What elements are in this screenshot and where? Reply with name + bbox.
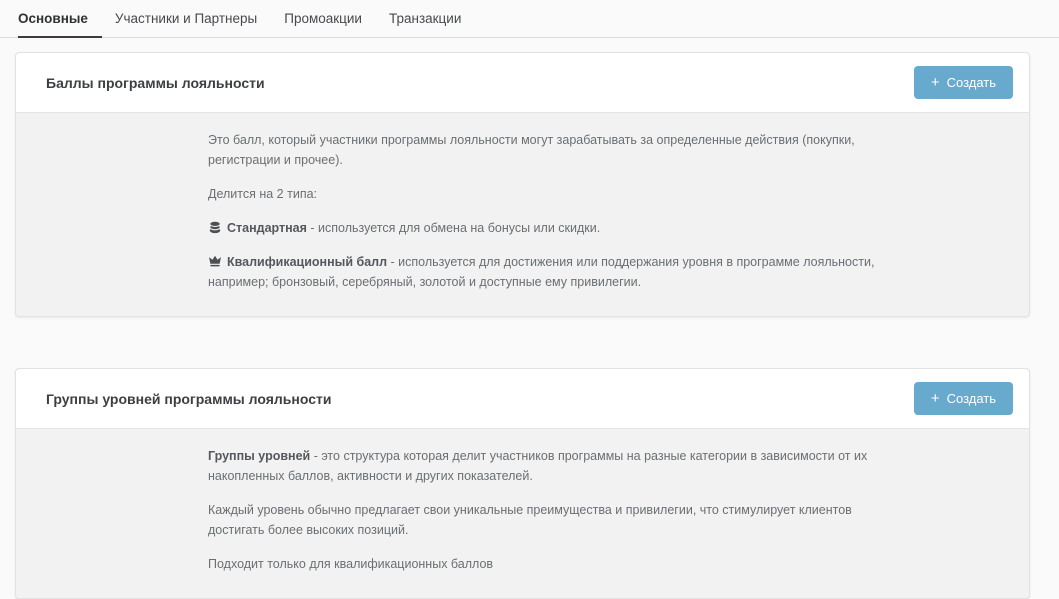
plus-icon: + [931,391,940,406]
card-level-groups-body: Группы уровней - это структура которая д… [16,429,1029,598]
create-button-label: Создать [947,75,996,90]
card-title: Группы уровней программы лояльности [32,391,331,407]
tab-transactions[interactable]: Транзакции [389,9,475,37]
plus-icon: + [931,75,940,90]
levels-note: Подходит только для квалификационных бал… [208,554,908,574]
points-description: Это балл, который участники программы ло… [208,130,908,170]
levels-term: Группы уровней [208,449,310,463]
coins-icon [208,220,222,234]
tab-main[interactable]: Основные [18,9,102,38]
tab-members-partners[interactable]: Участники и Партнеры [115,9,271,37]
card-loyalty-points: Баллы программы лояльности + Создать Это… [15,52,1030,317]
create-button-label: Создать [947,391,996,406]
card-title: Баллы программы лояльности [32,75,265,91]
crown-icon [208,254,222,268]
card-level-groups: Группы уровней программы лояльности + Со… [15,368,1030,599]
points-type-standard-text: - используется для обмена на бонусы или … [307,221,600,235]
points-type-standard-name: Стандартная [227,221,307,235]
levels-benefits: Каждый уровень обычно предлагает свои ун… [208,500,908,540]
points-type-standard: Стандартная - используется для обмена на… [208,218,908,238]
create-level-group-button[interactable]: + Создать [914,382,1013,415]
levels-description: Группы уровней - это структура которая д… [208,446,908,486]
tab-bar: Основные Участники и Партнеры Промоакции… [0,0,1059,38]
card-loyalty-points-body: Это балл, который участники программы ло… [16,113,1029,316]
points-type-qualification-name: Квалификационный балл [227,255,387,269]
points-type-qualification: Квалификационный балл - используется для… [208,252,908,292]
card-loyalty-points-header: Баллы программы лояльности + Создать [16,53,1029,113]
tab-promotions[interactable]: Промоакции [284,9,376,37]
points-types-intro: Делится на 2 типа: [208,184,908,204]
create-points-button[interactable]: + Создать [914,66,1013,99]
card-level-groups-header: Группы уровней программы лояльности + Со… [16,369,1029,429]
